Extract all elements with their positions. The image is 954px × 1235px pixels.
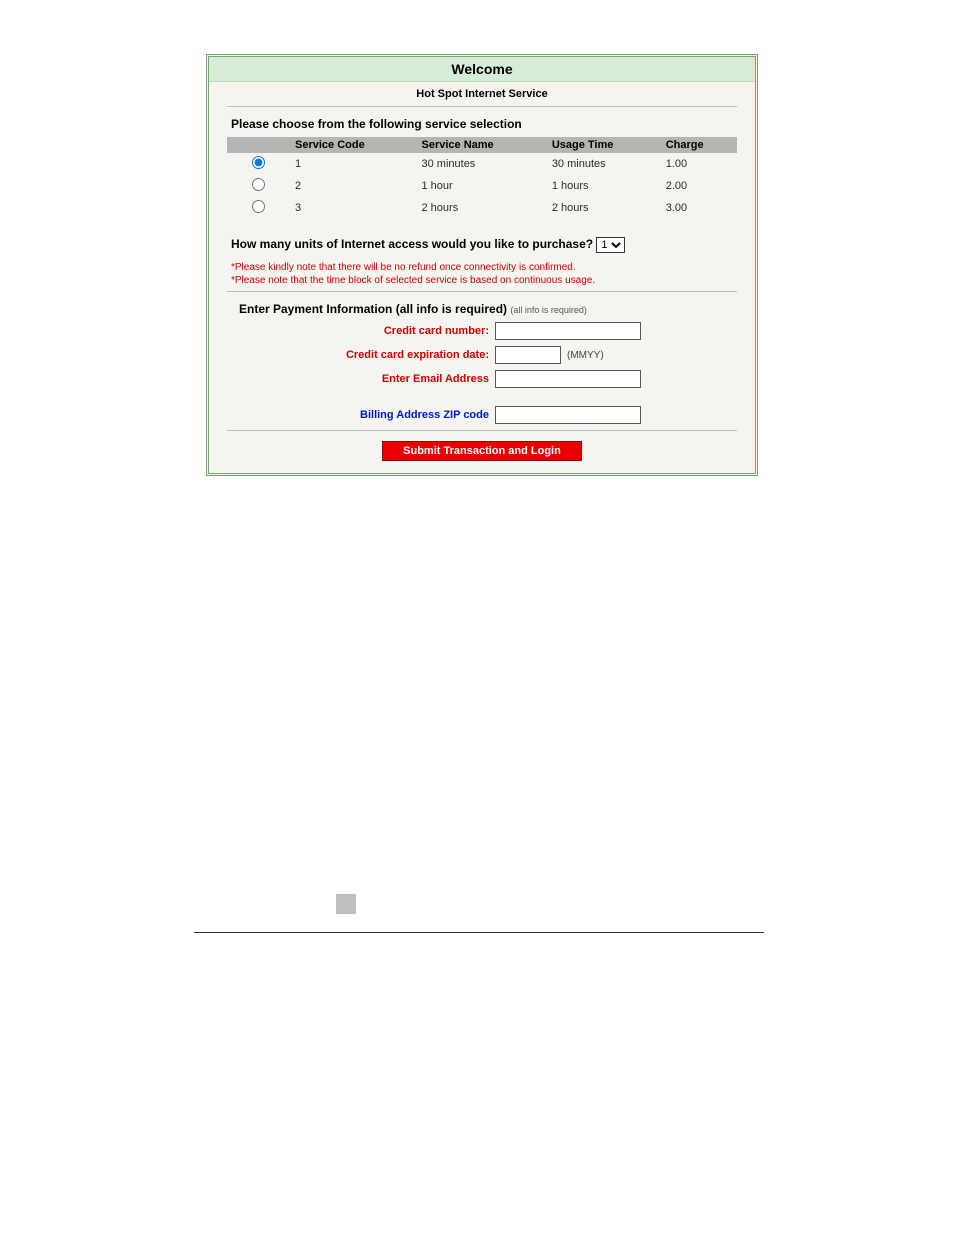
welcome-title: Welcome	[209, 57, 755, 82]
table-row: 130 minutes30 minutes1.00	[227, 153, 737, 175]
email-row: Enter Email Address	[239, 370, 737, 388]
cell-usage: 30 minutes	[546, 153, 660, 175]
cell-charge: 2.00	[660, 175, 737, 197]
cc-number-input[interactable]	[495, 322, 641, 340]
table-header-row: Service Code Service Name Usage Time Cha…	[227, 137, 737, 153]
cell-usage: 2 hours	[546, 197, 660, 219]
cc-number-label: Credit card number:	[239, 325, 495, 337]
cell-name: 30 minutes	[416, 153, 546, 175]
payment-title-hint: (all info is required)	[510, 305, 587, 315]
zip-label: Billing Address ZIP code	[239, 409, 495, 421]
cc-exp-input[interactable]	[495, 346, 561, 364]
cell-usage: 1 hours	[546, 175, 660, 197]
payment-panel: Welcome Hot Spot Internet Service Please…	[206, 54, 758, 476]
cell-code: 2	[289, 175, 416, 197]
table-row: 21 hour1 hours2.00	[227, 175, 737, 197]
cell-code: 3	[289, 197, 416, 219]
units-select[interactable]: 1	[596, 237, 625, 253]
units-question-row: How many units of Internet access would …	[231, 237, 737, 253]
service-section-title: Please choose from the following service…	[231, 117, 755, 131]
payment-title-text: Enter Payment Information (all info is r…	[239, 302, 507, 316]
email-input[interactable]	[495, 370, 641, 388]
page-marker-icon	[336, 894, 356, 914]
divider	[227, 430, 737, 431]
submit-wrap: Submit Transaction and Login	[209, 441, 755, 461]
service-radio[interactable]	[252, 156, 265, 169]
cell-name: 2 hours	[416, 197, 546, 219]
units-question-label: How many units of Internet access would …	[231, 237, 593, 251]
cc-exp-hint: (MMYY)	[567, 350, 604, 361]
submit-button[interactable]: Submit Transaction and Login	[382, 441, 582, 461]
divider	[227, 106, 737, 107]
refund-note: *Please kindly note that there will be n…	[231, 261, 737, 274]
timeblock-note: *Please note that the time block of sele…	[231, 274, 737, 287]
cell-charge: 1.00	[660, 153, 737, 175]
service-radio[interactable]	[252, 200, 265, 213]
table-row: 32 hours2 hours3.00	[227, 197, 737, 219]
cc-exp-row: Credit card expiration date: (MMYY)	[239, 346, 737, 364]
cell-name: 1 hour	[416, 175, 546, 197]
cc-exp-label: Credit card expiration date:	[239, 349, 495, 361]
cell-charge: 3.00	[660, 197, 737, 219]
divider	[227, 291, 737, 292]
service-table: Service Code Service Name Usage Time Cha…	[227, 137, 737, 219]
col-service-name: Service Name	[416, 137, 546, 153]
col-usage-time: Usage Time	[546, 137, 660, 153]
col-service-code: Service Code	[289, 137, 416, 153]
cc-number-row: Credit card number:	[239, 322, 737, 340]
cell-code: 1	[289, 153, 416, 175]
service-radio[interactable]	[252, 178, 265, 191]
page-footer-rule	[194, 932, 764, 933]
payment-title: Enter Payment Information (all info is r…	[239, 302, 737, 316]
col-blank	[227, 137, 289, 153]
zip-row: Billing Address ZIP code	[239, 406, 737, 424]
service-subtitle: Hot Spot Internet Service	[209, 82, 755, 102]
payment-section: Enter Payment Information (all info is r…	[239, 302, 737, 424]
zip-input[interactable]	[495, 406, 641, 424]
email-label: Enter Email Address	[239, 373, 495, 385]
col-charge: Charge	[660, 137, 737, 153]
